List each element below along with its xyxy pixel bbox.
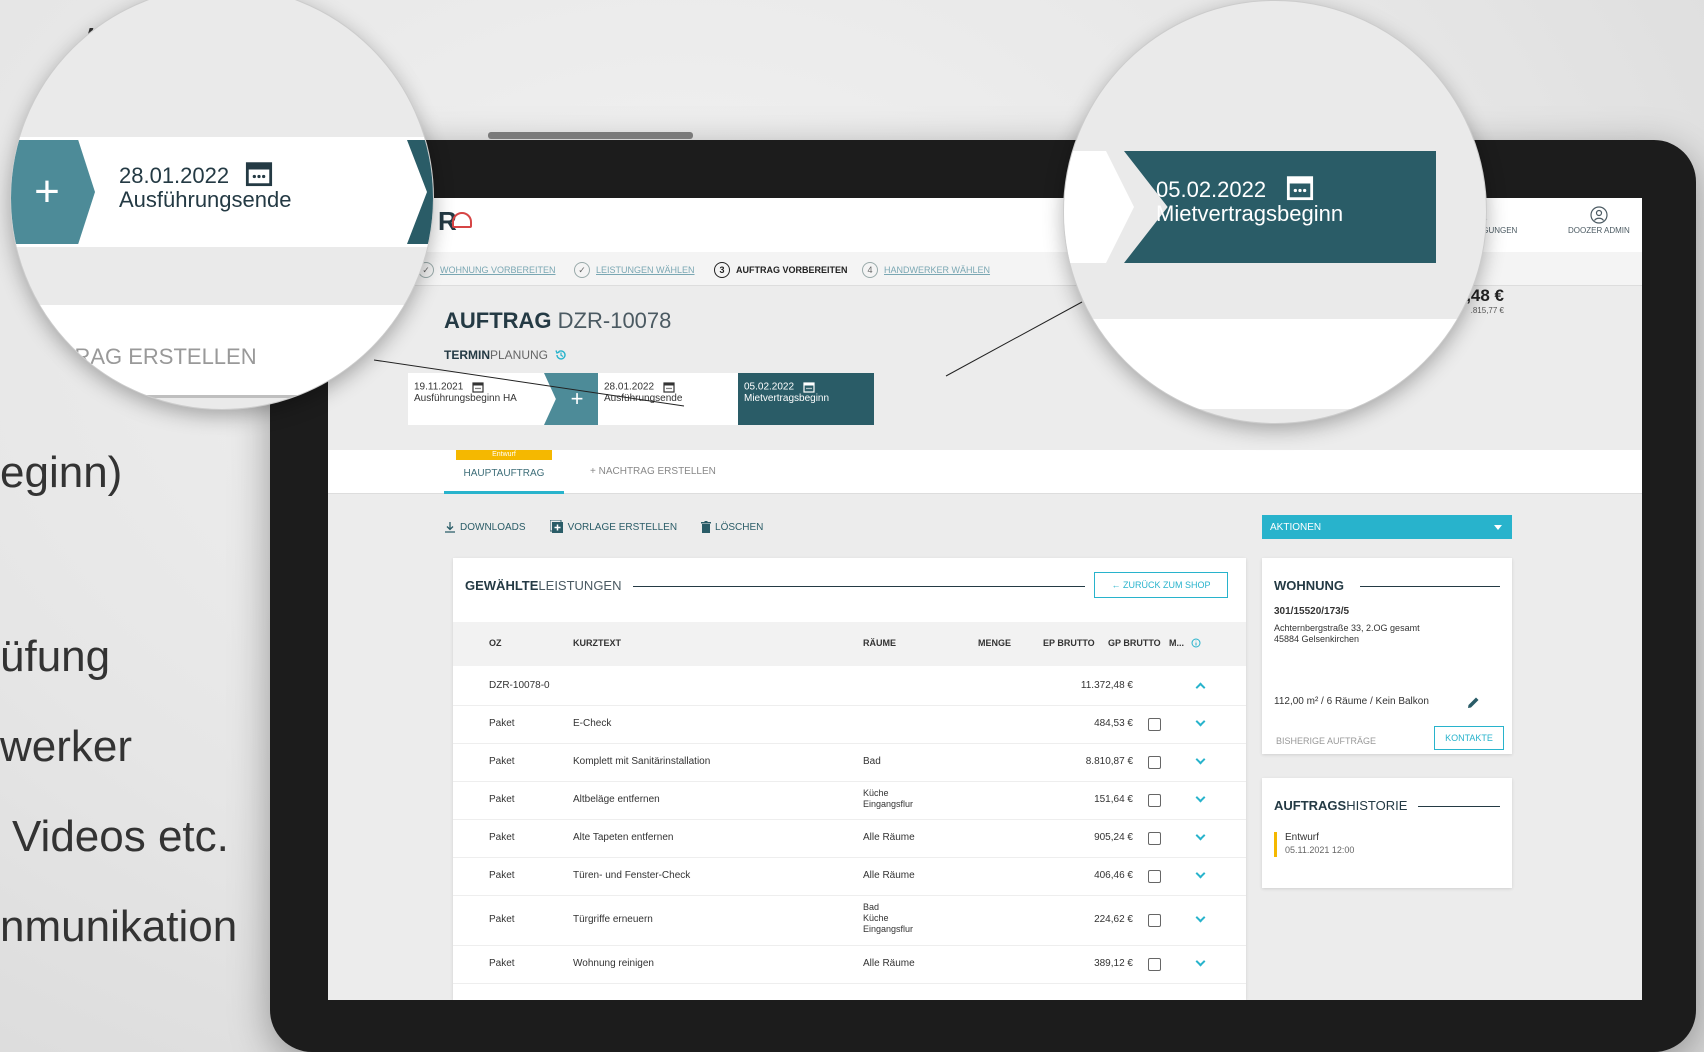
zoom-date-text: 28.01.2022 [119, 163, 230, 188]
zoom-tab-underline [11, 395, 433, 398]
zoom-rent-date: 05.02.2022 [1156, 173, 1314, 203]
magnifier-end-date: + 28.01.2022 Ausführungsende TRAG ERSTEL… [10, 0, 434, 410]
zoom-prev-segment [1064, 151, 1134, 263]
zoom-tab-text: TRAG ERSTELLEN [61, 344, 257, 369]
zoom-date-text: 05.02.2022 [1156, 177, 1267, 202]
zoom-lower-band [1064, 319, 1486, 409]
zoom-end-label: Ausführungsende [119, 187, 292, 212]
magnifier-rent-start: 05.02.2022 Mietvertragsbeginn [1063, 0, 1487, 424]
zoom-plus-icon: + [11, 140, 95, 244]
zoom-end-date: 28.01.2022 [119, 159, 273, 189]
calendar-icon [246, 162, 273, 187]
zoom-rent-label: Mietvertragsbeginn [1156, 201, 1344, 226]
calendar-icon [1287, 176, 1314, 201]
